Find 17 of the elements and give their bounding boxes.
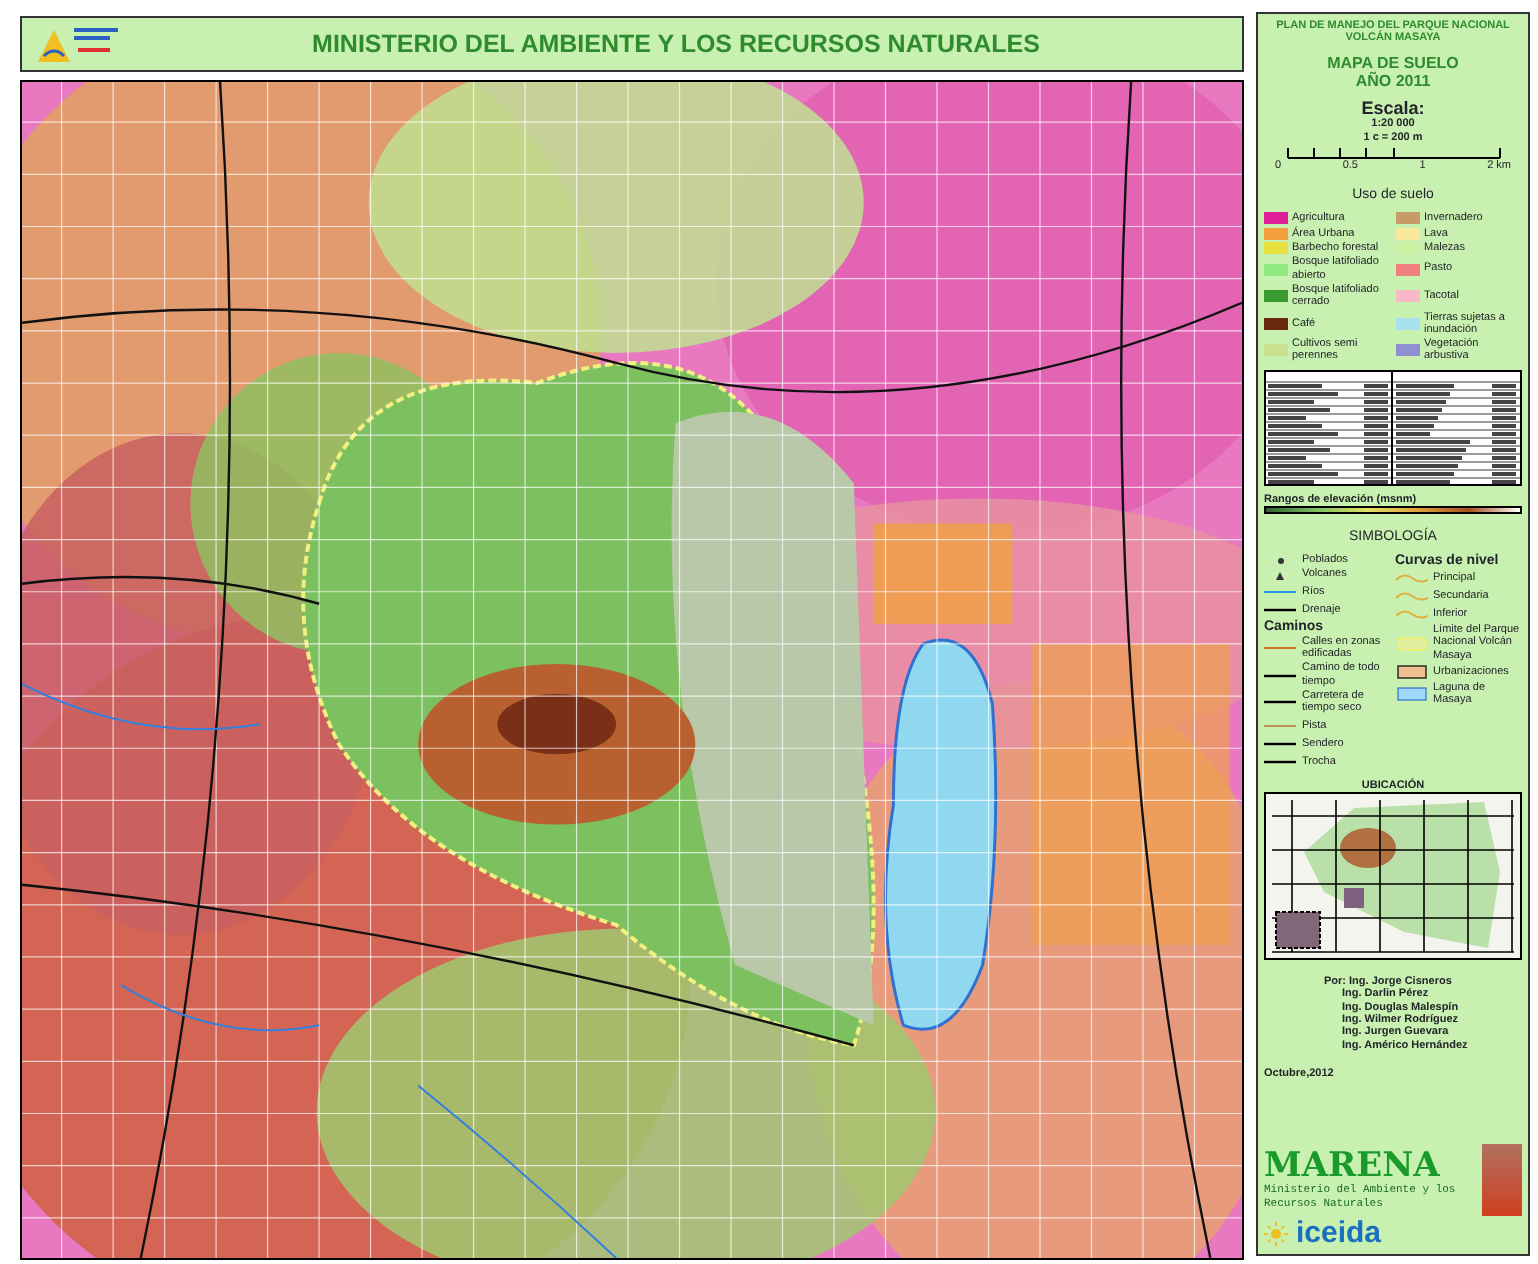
marena-logo-text: MARENA (1264, 1150, 1440, 1185)
triangle-icon (1276, 571, 1284, 580)
logo-drawing (34, 22, 122, 66)
wavy-line-icon (1395, 588, 1427, 605)
swatch-icon (1395, 664, 1427, 681)
map-title: MINISTERIO DEL AMBIENTE Y LOS RECURSOS NATURALES (310, 27, 1042, 62)
sun-icon (1264, 1221, 1288, 1245)
volcano-photo-placeholder (1482, 1144, 1522, 1216)
dot-icon (1277, 557, 1283, 564)
wavy-line-icon (1395, 606, 1427, 623)
scale-label: Escala: (1359, 98, 1427, 118)
wavy-line-icon (1395, 570, 1427, 587)
iceida-logo-text: iceida (1296, 1218, 1382, 1248)
year-label: AÑO 2011 (1353, 71, 1433, 90)
swatch-icon (1395, 686, 1427, 703)
map-subtitle: MAPA DE SUELO (1325, 53, 1461, 72)
swatch-icon (1395, 635, 1427, 652)
